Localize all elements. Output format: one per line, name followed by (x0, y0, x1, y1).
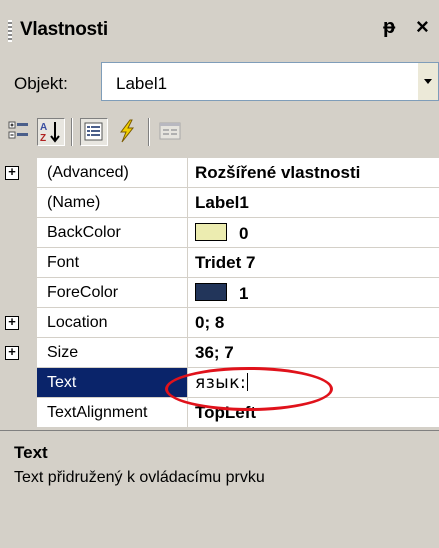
panel-title: Vlastnosti (20, 19, 108, 40)
description-title: Text (14, 443, 48, 462)
drag-grip[interactable] (8, 20, 12, 42)
row-gutter: + (0, 308, 37, 338)
properties-button[interactable] (80, 118, 108, 146)
row-gutter (0, 398, 37, 428)
property-value[interactable]: Label1 (188, 188, 439, 218)
property-name: BackColor (37, 218, 188, 248)
toolbar-separator (148, 118, 150, 146)
property-name: Font (37, 248, 188, 278)
property-name: (Advanced) (37, 158, 188, 188)
properties-icon (84, 122, 103, 141)
row-gutter (0, 188, 37, 218)
property-row-forecolor[interactable]: ForeColor 1 (0, 278, 439, 308)
events-button[interactable] (114, 118, 142, 146)
categorized-icon (8, 121, 28, 139)
alphabetical-button[interactable]: A Z (37, 118, 65, 146)
property-name: Size (37, 338, 188, 368)
text-caret (247, 373, 249, 391)
property-value-cell[interactable]: 0 (188, 218, 439, 248)
property-value[interactable]: Tridet 7 (188, 248, 439, 278)
color-swatch (195, 283, 227, 301)
property-name: TextAlignment (37, 398, 188, 428)
property-row-name[interactable]: (Name) Label1 (0, 188, 439, 218)
object-combobox[interactable]: Label1 (101, 62, 439, 101)
toolbar-separator (71, 118, 73, 146)
property-row-backcolor[interactable]: BackColor 0 (0, 218, 439, 248)
row-gutter: + (0, 158, 37, 188)
property-value[interactable]: 0; 8 (188, 308, 439, 338)
object-selector-row: Objekt: Label1 (0, 58, 439, 108)
expand-plus-icon[interactable]: + (5, 346, 19, 360)
properties-panel: Vlastnosti ᵽ × Objekt: Label1 A Z + (Adv… (0, 0, 439, 548)
property-name: (Name) (37, 188, 188, 218)
description-text: Text přidružený k ovládacímu prvku (14, 469, 265, 486)
property-pages-button[interactable] (157, 118, 185, 146)
object-label: Objekt: (14, 74, 68, 93)
property-value: язык: (195, 373, 247, 393)
svg-text:A: A (40, 122, 47, 133)
object-combobox-value: Label1 (116, 74, 168, 93)
property-row-font[interactable]: Font Tridet 7 (0, 248, 439, 278)
property-row-advanced[interactable]: + (Advanced) Rozšířené vlastnosti (0, 158, 439, 188)
property-value[interactable]: TopLeft (188, 398, 439, 428)
property-value: 0 (239, 224, 249, 243)
property-toolbar: A Z (0, 108, 439, 158)
property-value[interactable]: 36; 7 (188, 338, 439, 368)
property-pages-icon (159, 122, 181, 140)
property-name: ForeColor (37, 278, 188, 308)
row-gutter (0, 248, 37, 278)
expand-plus-icon[interactable]: + (5, 316, 19, 330)
property-row-size[interactable]: + Size 36; 7 (0, 338, 439, 368)
categorized-button[interactable] (6, 118, 34, 146)
property-value[interactable]: Rozšířené vlastnosti (188, 158, 439, 188)
property-row-text[interactable]: Text язык: (0, 368, 439, 398)
expand-plus-icon[interactable]: + (5, 166, 19, 180)
alphabetical-sort-icon: A Z (40, 122, 60, 144)
chevron-down-icon[interactable] (418, 63, 438, 100)
panel-title-bar: Vlastnosti ᵽ × (0, 0, 439, 58)
description-pane: Text Text přidružený k ovládacímu prvku (0, 430, 439, 548)
events-lightning-icon (120, 119, 135, 143)
property-value: 1 (239, 284, 249, 303)
row-gutter (0, 368, 37, 398)
pin-icon[interactable]: ᵽ (383, 16, 395, 39)
property-grid: + (Advanced) Rozšířené vlastnosti (Name)… (0, 158, 439, 430)
property-value-cell[interactable]: 1 (188, 278, 439, 308)
row-gutter: + (0, 338, 37, 368)
property-row-location[interactable]: + Location 0; 8 (0, 308, 439, 338)
property-name: Text (37, 368, 188, 398)
property-name: Location (37, 308, 188, 338)
text-value-editor[interactable]: язык: (188, 368, 439, 398)
close-icon[interactable]: × (416, 14, 429, 40)
color-swatch (195, 223, 227, 241)
property-row-textalignment[interactable]: TextAlignment TopLeft (0, 398, 439, 428)
row-gutter (0, 278, 37, 308)
row-gutter (0, 218, 37, 248)
svg-text:Z: Z (40, 133, 46, 144)
